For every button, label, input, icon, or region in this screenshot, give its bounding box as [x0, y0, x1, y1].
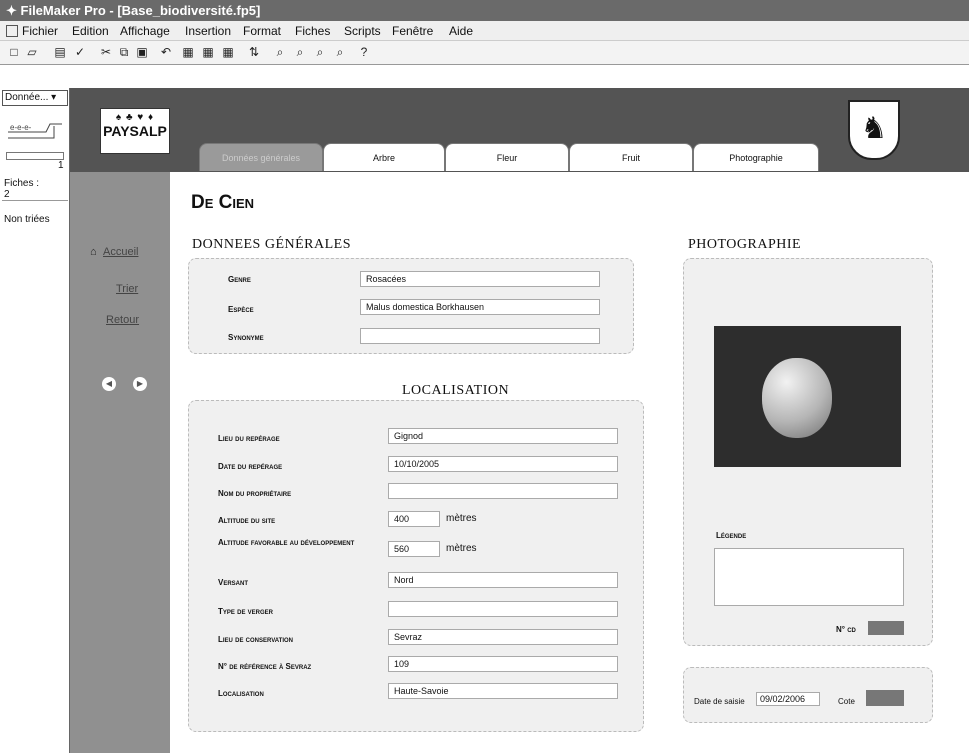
cut-icon[interactable]: ✂: [98, 45, 114, 60]
new-icon[interactable]: □: [6, 45, 22, 60]
espece-label: Espèce: [228, 305, 254, 314]
find-all-icon[interactable]: ⌕: [292, 45, 308, 60]
sort-icon[interactable]: ⇅: [246, 45, 262, 60]
synonyme-label: Synonyme: [228, 333, 264, 342]
verger-label: Type de verger: [218, 607, 274, 616]
conservation-field[interactable]: Sevraz: [388, 629, 618, 645]
tab-donnees-generales[interactable]: Données générales: [199, 143, 323, 171]
open-icon[interactable]: ▱: [24, 45, 40, 60]
home-icon[interactable]: ⌂: [90, 246, 97, 258]
menu-fichier[interactable]: Fichier: [22, 24, 58, 38]
menu-insertion[interactable]: Insertion: [185, 24, 231, 38]
delete-record-icon[interactable]: ▦: [220, 45, 236, 60]
altitude-unit: mètres: [446, 513, 477, 524]
window-titlebar: ✦ FileMaker Pro - [Base_biodiversité.fp5…: [0, 0, 969, 21]
localisation-field[interactable]: Haute-Savoie: [388, 683, 618, 699]
find-icon[interactable]: ⌕: [272, 45, 288, 60]
sort-state: Non triées: [4, 214, 50, 225]
copy-icon[interactable]: ⧉: [116, 45, 132, 60]
app-icon: ✦: [6, 3, 21, 18]
previous-record-button[interactable]: ◀: [102, 377, 116, 391]
help-icon[interactable]: ?: [356, 45, 372, 60]
window-title: FileMaker Pro - [Base_biodiversité.fp5]: [20, 3, 261, 18]
toolbar: □ ▱ ▤ ✓ ✂ ⧉ ▣ ↶ ▦ ▦ ▦ ⇅ ⌕ ⌕ ⌕ ⌕ ?: [0, 41, 969, 65]
altitude-label: Altitude du site: [218, 516, 276, 525]
menu-scripts[interactable]: Scripts: [344, 24, 381, 38]
date-saisie-field[interactable]: 09/02/2006: [756, 692, 820, 706]
svg-text:e-e-e-: e-e-e-: [10, 123, 32, 132]
tab-fruit[interactable]: Fruit: [569, 143, 693, 171]
altitude-favorable-unit: mètres: [446, 543, 477, 554]
localisation-label: Localisation: [218, 689, 264, 698]
lieu-label: Lieu du repérage: [218, 434, 280, 443]
print-icon[interactable]: ▤: [52, 45, 68, 60]
verger-field[interactable]: [388, 601, 618, 617]
left-navigation: [70, 172, 170, 753]
cote-field[interactable]: [866, 690, 904, 706]
general-section-title: DONNEES GÉNÉRALES: [192, 237, 351, 252]
cd-number-field[interactable]: [868, 621, 904, 635]
espece-field[interactable]: Malus domestica Borkhausen: [360, 299, 600, 315]
tab-fleur[interactable]: Fleur: [445, 143, 569, 171]
altitude-favorable-field[interactable]: 560: [388, 541, 440, 557]
menu-aide[interactable]: Aide: [449, 24, 473, 38]
reference-label: N° de référence à Sevraz: [218, 662, 312, 671]
spellcheck-icon[interactable]: ✓: [72, 45, 88, 60]
genre-field[interactable]: Rosacées: [360, 271, 600, 287]
cote-label: Cote: [838, 697, 855, 706]
layout-select[interactable]: Donnée... ▾: [2, 90, 68, 106]
next-record-button[interactable]: ▶: [133, 377, 147, 391]
tab-arbre[interactable]: Arbre: [323, 143, 445, 171]
cd-number-label: N° cd: [836, 625, 856, 634]
proprietaire-label: Nom du propriétaire: [218, 489, 292, 498]
record-number: 1: [58, 160, 64, 171]
records-label: Fiches :: [4, 178, 40, 189]
menu-format[interactable]: Format: [243, 24, 281, 38]
legend-label: Légende: [716, 531, 747, 540]
menu-fenetre[interactable]: Fenêtre: [392, 24, 433, 38]
photo-section-title: PHOTOGRAPHIE: [688, 237, 802, 252]
date-field[interactable]: 10/10/2005: [388, 456, 618, 472]
altitude-field[interactable]: 400: [388, 511, 440, 527]
legend-field[interactable]: [714, 548, 904, 606]
localisation-section-title: LOCALISATION: [402, 383, 510, 398]
tab-photographie[interactable]: Photographie: [693, 143, 819, 171]
omit-icon[interactable]: ⌕: [312, 45, 328, 60]
new-record-icon[interactable]: ▦: [180, 45, 196, 60]
record-slider[interactable]: [6, 152, 64, 160]
genre-label: Genre: [228, 275, 251, 284]
menu-fiches[interactable]: Fiches: [295, 24, 330, 38]
menu-affichage[interactable]: Affichage: [120, 24, 170, 38]
undo-icon[interactable]: ↶: [158, 45, 174, 60]
date-saisie-label: Date de saisie: [694, 697, 745, 706]
apple-image: [762, 358, 832, 438]
paste-icon[interactable]: ▣: [134, 45, 150, 60]
records-count: 2: [4, 189, 10, 200]
accueil-link[interactable]: Accueil: [103, 246, 138, 258]
versant-label: Versant: [218, 578, 249, 587]
paysalp-logo: ♠ ♣ ♥ ♦ PAYSALP: [100, 108, 170, 154]
date-label: Date du repérage: [218, 462, 283, 471]
logo-pictograms: ♠ ♣ ♥ ♦: [115, 112, 155, 123]
document-icon[interactable]: [6, 25, 18, 37]
status-divider: [2, 200, 68, 201]
synonyme-field[interactable]: [360, 328, 600, 344]
coat-of-arms-icon: ♞: [848, 100, 900, 160]
logo-text: PAYSALP: [103, 123, 167, 139]
reference-field[interactable]: 109: [388, 656, 618, 672]
duplicate-record-icon[interactable]: ▦: [200, 45, 216, 60]
altitude-favorable-label: Altitude favorable au développement: [218, 538, 355, 547]
fruit-photo[interactable]: [714, 326, 901, 467]
menu-bar: Fichier Edition Affichage Insertion Form…: [0, 21, 969, 41]
menu-edition[interactable]: Edition: [72, 24, 109, 38]
record-title: De Cien: [191, 192, 255, 213]
modify-find-icon[interactable]: ⌕: [332, 45, 348, 60]
conservation-label: Lieu de conservation: [218, 635, 294, 644]
trier-link[interactable]: Trier: [116, 283, 138, 295]
retour-link[interactable]: Retour: [106, 314, 139, 326]
record-book-icon[interactable]: e-e-e-: [6, 118, 62, 146]
versant-field[interactable]: Nord: [388, 572, 618, 588]
proprietaire-field[interactable]: [388, 483, 618, 499]
lieu-field[interactable]: Gignod: [388, 428, 618, 444]
